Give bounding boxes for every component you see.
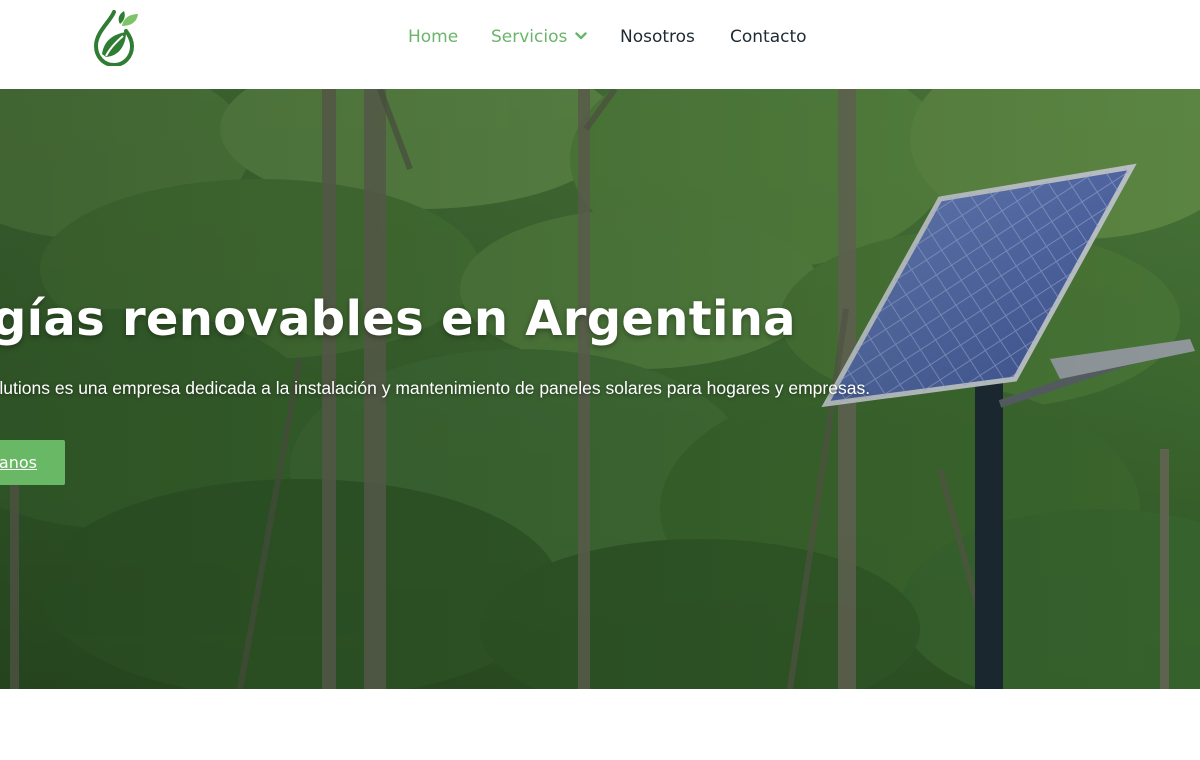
nav-servicios[interactable]: Servicios bbox=[491, 25, 588, 49]
hero-title: rgías renovables en Argentina bbox=[0, 291, 796, 347]
nav-home[interactable]: Home bbox=[408, 25, 458, 49]
page: Home Servicios Nosotros Contacto rgías r… bbox=[0, 0, 1200, 760]
nav-servicios-label: Servicios bbox=[491, 27, 568, 47]
content-below-hero bbox=[0, 689, 1200, 760]
nav-nosotros[interactable]: Nosotros bbox=[620, 25, 695, 49]
nav-contacto[interactable]: Contacto bbox=[730, 25, 807, 49]
contact-cta-button[interactable]: anos bbox=[0, 440, 65, 485]
hero-description: Solutions es una empresa dedicada a la i… bbox=[0, 378, 871, 398]
main-nav: Home Servicios Nosotros Contacto bbox=[0, 0, 1200, 74]
hero-banner: rgías renovables en Argentina Solutions … bbox=[0, 89, 1200, 689]
chevron-down-icon bbox=[575, 32, 588, 40]
site-header: Home Servicios Nosotros Contacto bbox=[0, 0, 1200, 89]
